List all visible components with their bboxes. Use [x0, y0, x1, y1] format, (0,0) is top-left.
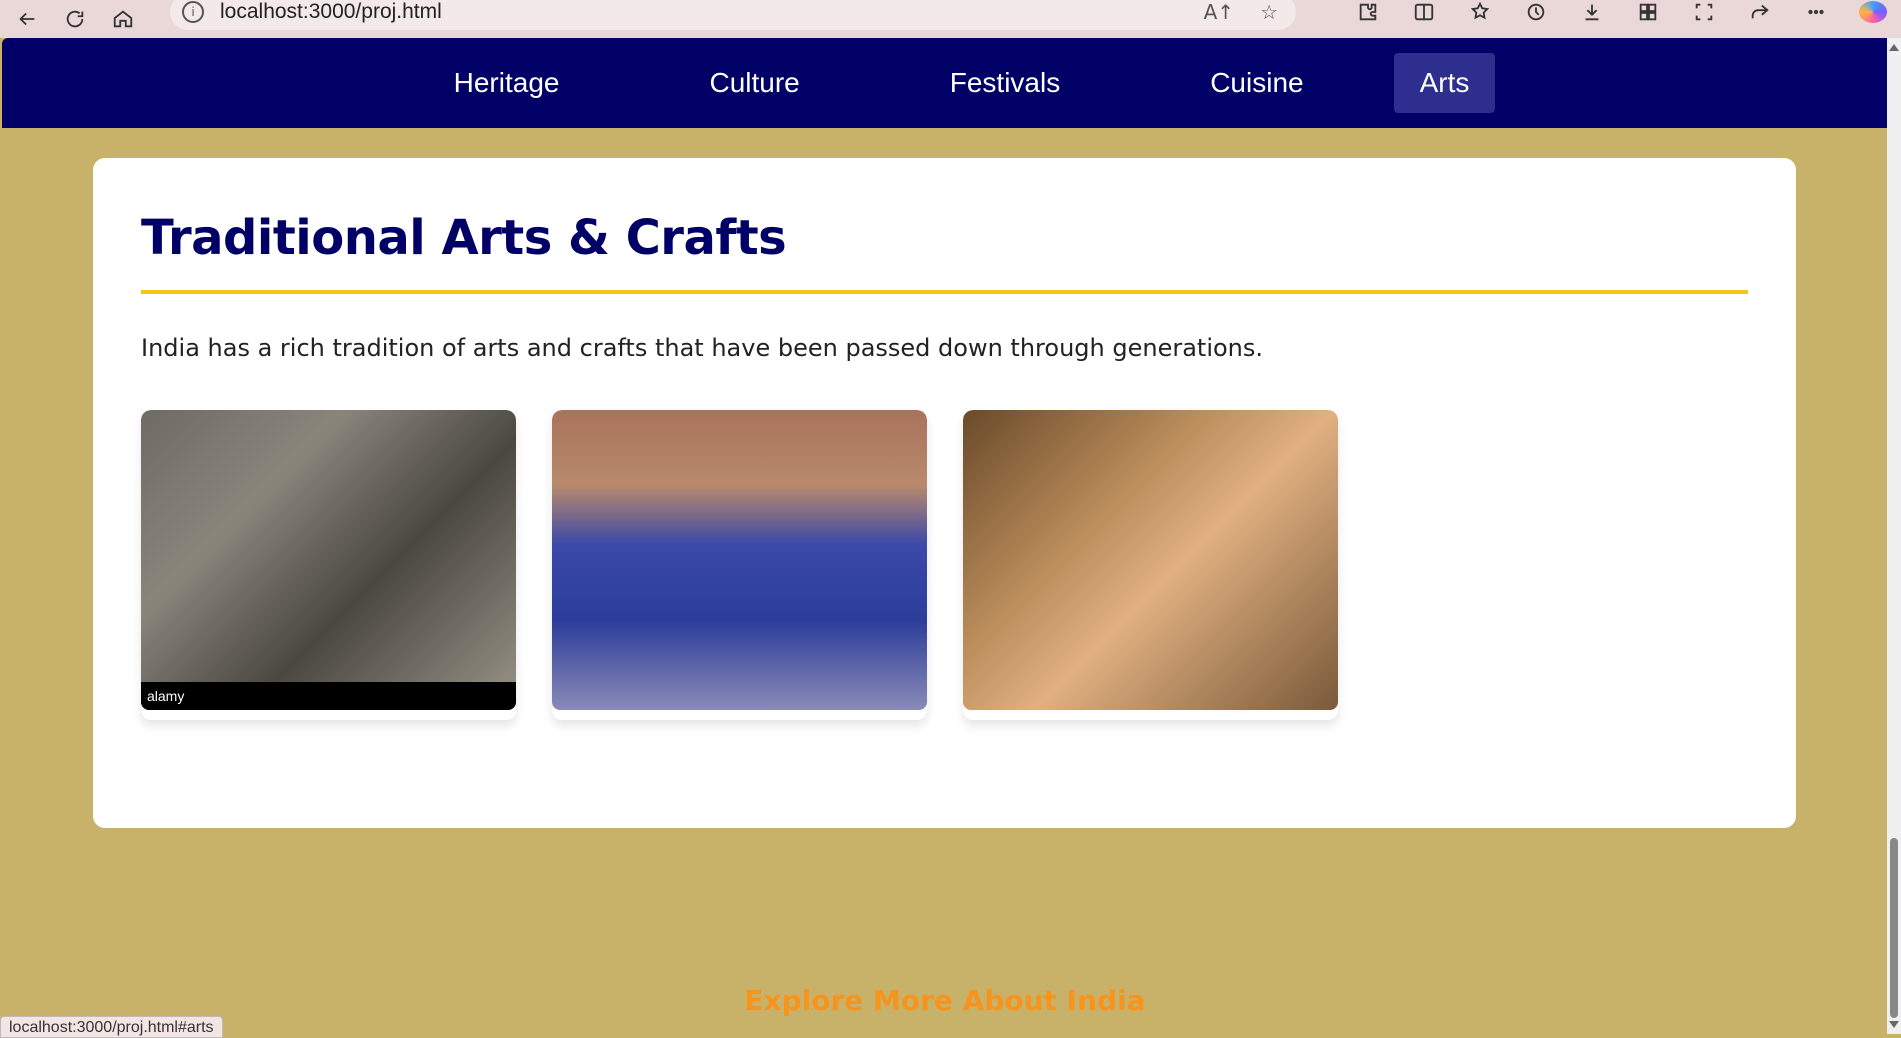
crafts-gallery: alamy [141, 410, 1748, 720]
url-text[interactable]: localhost:3000/proj.html [220, 0, 442, 24]
site-navbar: Heritage Culture Festivals Cuisine Arts [2, 38, 1887, 128]
history-icon[interactable] [1523, 0, 1549, 25]
apps-icon[interactable] [1635, 0, 1661, 25]
title-divider [141, 290, 1748, 294]
gallery-item[interactable] [963, 410, 1338, 720]
gallery-item[interactable]: alamy [141, 410, 516, 720]
extensions-icon[interactable] [1355, 0, 1381, 25]
share-icon[interactable] [1747, 0, 1773, 25]
vertical-scrollbar[interactable] [1887, 38, 1901, 1034]
refresh-icon[interactable] [62, 6, 88, 32]
back-icon[interactable] [14, 6, 40, 32]
more-icon[interactable] [1803, 0, 1829, 25]
nav-link-heritage[interactable]: Heritage [428, 53, 586, 113]
watermark-label: alamy [141, 682, 516, 710]
favorite-star-icon[interactable]: ☆ [1260, 0, 1278, 24]
copilot-icon[interactable] [1859, 1, 1887, 23]
downloads-icon[interactable] [1579, 0, 1605, 25]
nav-link-cuisine[interactable]: Cuisine [1184, 53, 1329, 113]
gallery-item[interactable] [552, 410, 927, 720]
scroll-up-icon[interactable] [1889, 44, 1899, 51]
info-icon[interactable]: i [182, 1, 204, 23]
handloom-weaving-image [963, 410, 1338, 710]
footer-heading: Explore More About India [744, 984, 1146, 1017]
status-url-tooltip: localhost:3000/proj.html#arts [0, 1016, 223, 1038]
nav-link-festivals[interactable]: Festivals [924, 53, 1086, 113]
scroll-thumb[interactable] [1890, 838, 1898, 1018]
nav-link-arts[interactable]: Arts [1393, 53, 1496, 113]
favorites-icon[interactable] [1467, 0, 1493, 25]
read-aloud-icon[interactable]: A↑ [1204, 0, 1234, 24]
arts-section-card: Traditional Arts & Crafts India has a ri… [93, 158, 1796, 828]
section-title: Traditional Arts & Crafts [141, 210, 787, 266]
blue-pottery-image [552, 410, 927, 710]
nav-link-culture[interactable]: Culture [683, 53, 825, 113]
screenshot-icon[interactable] [1691, 0, 1717, 25]
split-screen-icon[interactable] [1411, 0, 1437, 25]
section-description: India has a rich tradition of arts and c… [141, 334, 1264, 362]
browser-toolbar: i localhost:3000/proj.html A↑ ☆ [0, 0, 1901, 38]
address-bar[interactable]: i localhost:3000/proj.html A↑ ☆ [170, 0, 1296, 30]
home-icon[interactable] [110, 6, 136, 32]
stone-sculpture-image: alamy [141, 410, 516, 710]
scroll-down-icon[interactable] [1889, 1021, 1899, 1028]
